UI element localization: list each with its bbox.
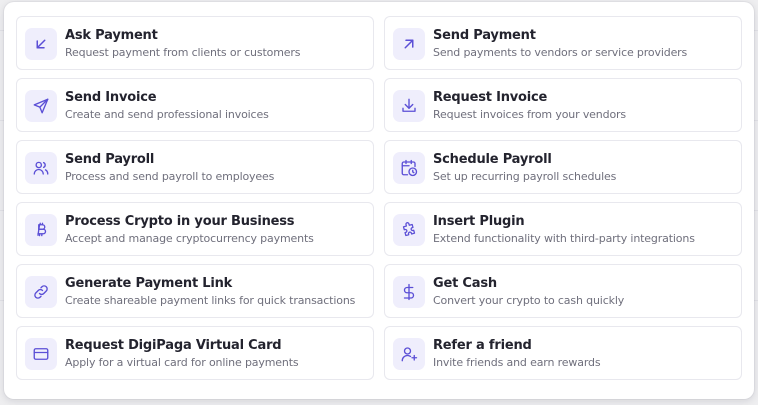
users-icon [25,152,57,184]
card-title: Get Cash [433,276,497,291]
bitcoin-icon [25,214,57,246]
card-title: Request DigiPaga Virtual Card [65,338,282,353]
download-icon [393,90,425,122]
request-virtual-card-card[interactable]: Request DigiPaga Virtual Card Apply for … [16,326,374,380]
send-payment-card[interactable]: Send Payment Send payments to vendors or… [384,16,742,70]
card-description: Invite friends and earn rewards [433,356,601,369]
card-description: Convert your crypto to cash quickly [433,294,625,307]
send-payroll-card[interactable]: Send Payroll Process and send payroll to… [16,140,374,194]
card-title: Generate Payment Link [65,276,233,291]
arrow-up-right-icon [393,28,425,60]
card-description: Extend functionality with third-party in… [433,232,695,245]
card-title: Schedule Payroll [433,152,552,167]
dollar-icon [393,276,425,308]
card-description: Create shareable payment links for quick… [65,294,356,307]
card-description: Set up recurring payroll schedules [433,170,617,183]
user-plus-icon [393,338,425,370]
generate-payment-link-card[interactable]: Generate Payment Link Create shareable p… [16,264,374,318]
card-title: Request Invoice [433,90,548,105]
credit-card-icon [25,338,57,370]
card-description: Process and send payroll to employees [65,170,275,183]
card-title: Process Crypto in your Business [65,214,295,229]
card-title: Insert Plugin [433,214,525,229]
card-title: Ask Payment [65,28,158,43]
refer-friend-card[interactable]: Refer a friend Invite friends and earn r… [384,326,742,380]
card-description: Accept and manage cryptocurrency payment… [65,232,314,245]
card-description: Apply for a virtual card for online paym… [65,356,299,369]
schedule-payroll-card[interactable]: Schedule Payroll Set up recurring payrol… [384,140,742,194]
card-description: Create and send professional invoices [65,108,269,121]
actions-grid: Ask Payment Request payment from clients… [16,16,742,380]
link-icon [25,276,57,308]
puzzle-icon [393,214,425,246]
quick-actions-menu: Ask Payment Request payment from clients… [4,2,754,399]
card-description: Request payment from clients or customer… [65,46,301,59]
ask-payment-card[interactable]: Ask Payment Request payment from clients… [16,16,374,70]
card-title: Send Payroll [65,152,155,167]
card-title: Send Payment [433,28,536,43]
card-title: Send Invoice [65,90,157,105]
get-cash-card[interactable]: Get Cash Convert your crypto to cash qui… [384,264,742,318]
request-invoice-card[interactable]: Request Invoice Request invoices from yo… [384,78,742,132]
send-invoice-card[interactable]: Send Invoice Create and send professiona… [16,78,374,132]
insert-plugin-card[interactable]: Insert Plugin Extend functionality with … [384,202,742,256]
process-crypto-card[interactable]: Process Crypto in your Business Accept a… [16,202,374,256]
card-description: Send payments to vendors or service prov… [433,46,688,59]
card-description: Request invoices from your vendors [433,108,626,121]
card-title: Refer a friend [433,338,532,353]
calendar-clock-icon [393,152,425,184]
send-icon [25,90,57,122]
arrow-down-left-icon [25,28,57,60]
